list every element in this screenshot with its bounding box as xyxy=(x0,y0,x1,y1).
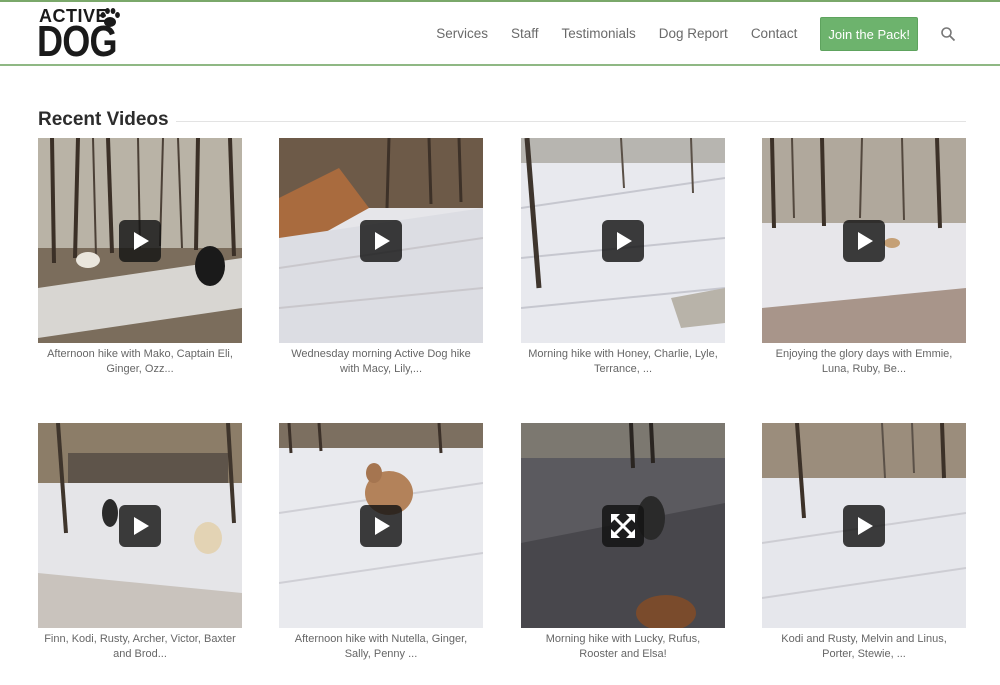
video-card[interactable]: Morning hike with Lucky, Rufus, Rooster … xyxy=(521,423,725,661)
video-caption[interactable]: Enjoying the glory days with Emmie, Luna… xyxy=(762,347,966,376)
nav-dog-report[interactable]: Dog Report xyxy=(659,16,728,52)
video-caption[interactable]: Kodi and Rusty, Melvin and Linus, Porter… xyxy=(762,632,966,661)
play-icon[interactable] xyxy=(360,505,402,547)
site-header: ACTIVE DOG Services Staff Testimonials D… xyxy=(0,0,1000,66)
video-card[interactable]: Enjoying the glory days with Emmie, Luna… xyxy=(762,138,966,376)
video-thumbnail[interactable] xyxy=(38,423,242,628)
video-caption[interactable]: Afternoon hike with Mako, Captain Eli, G… xyxy=(38,347,242,376)
active-dog-logo[interactable]: ACTIVE DOG xyxy=(36,4,126,66)
nav-testimonials[interactable]: Testimonials xyxy=(561,16,635,52)
video-card[interactable]: Finn, Kodi, Rusty, Archer, Victor, Baxte… xyxy=(38,423,242,661)
nav-contact[interactable]: Contact xyxy=(751,16,798,52)
paw-print-icon xyxy=(100,8,120,27)
search-icon[interactable] xyxy=(940,26,956,42)
main-nav: Services Staff Testimonials Dog Report C… xyxy=(436,16,1000,52)
video-thumbnail[interactable] xyxy=(762,423,966,628)
play-icon[interactable] xyxy=(119,505,161,547)
video-thumbnail[interactable] xyxy=(279,423,483,628)
section-title: Recent Videos xyxy=(38,109,169,130)
video-caption[interactable]: Morning hike with Lucky, Rufus, Rooster … xyxy=(521,632,725,661)
video-caption[interactable]: Afternoon hike with Nutella, Ginger, Sal… xyxy=(279,632,483,661)
video-card[interactable]: Morning hike with Honey, Charlie, Lyle, … xyxy=(521,138,725,376)
video-card[interactable]: Wednesday morning Active Dog hike with M… xyxy=(279,138,483,376)
video-thumbnail[interactable] xyxy=(762,138,966,343)
video-card[interactable]: Afternoon hike with Nutella, Ginger, Sal… xyxy=(279,423,483,661)
play-icon[interactable] xyxy=(602,220,644,262)
play-icon[interactable] xyxy=(843,505,885,547)
video-card[interactable]: Kodi and Rusty, Melvin and Linus, Porter… xyxy=(762,423,966,661)
video-caption[interactable]: Wednesday morning Active Dog hike with M… xyxy=(279,347,483,376)
video-thumbnail[interactable] xyxy=(521,138,725,343)
join-the-pack-button[interactable]: Join the Pack! xyxy=(820,17,918,51)
play-icon[interactable] xyxy=(119,220,161,262)
nav-staff[interactable]: Staff xyxy=(511,16,539,52)
video-thumbnail[interactable] xyxy=(38,138,242,343)
play-icon[interactable] xyxy=(843,220,885,262)
section-divider xyxy=(176,121,966,122)
expand-icon[interactable] xyxy=(602,505,644,547)
play-icon[interactable] xyxy=(360,220,402,262)
video-caption[interactable]: Finn, Kodi, Rusty, Archer, Victor, Baxte… xyxy=(38,632,242,661)
nav-services[interactable]: Services xyxy=(436,16,488,52)
video-thumbnail[interactable] xyxy=(521,423,725,628)
video-card[interactable]: Afternoon hike with Mako, Captain Eli, G… xyxy=(38,138,242,376)
video-thumbnail[interactable] xyxy=(279,138,483,343)
video-caption[interactable]: Morning hike with Honey, Charlie, Lyle, … xyxy=(521,347,725,376)
